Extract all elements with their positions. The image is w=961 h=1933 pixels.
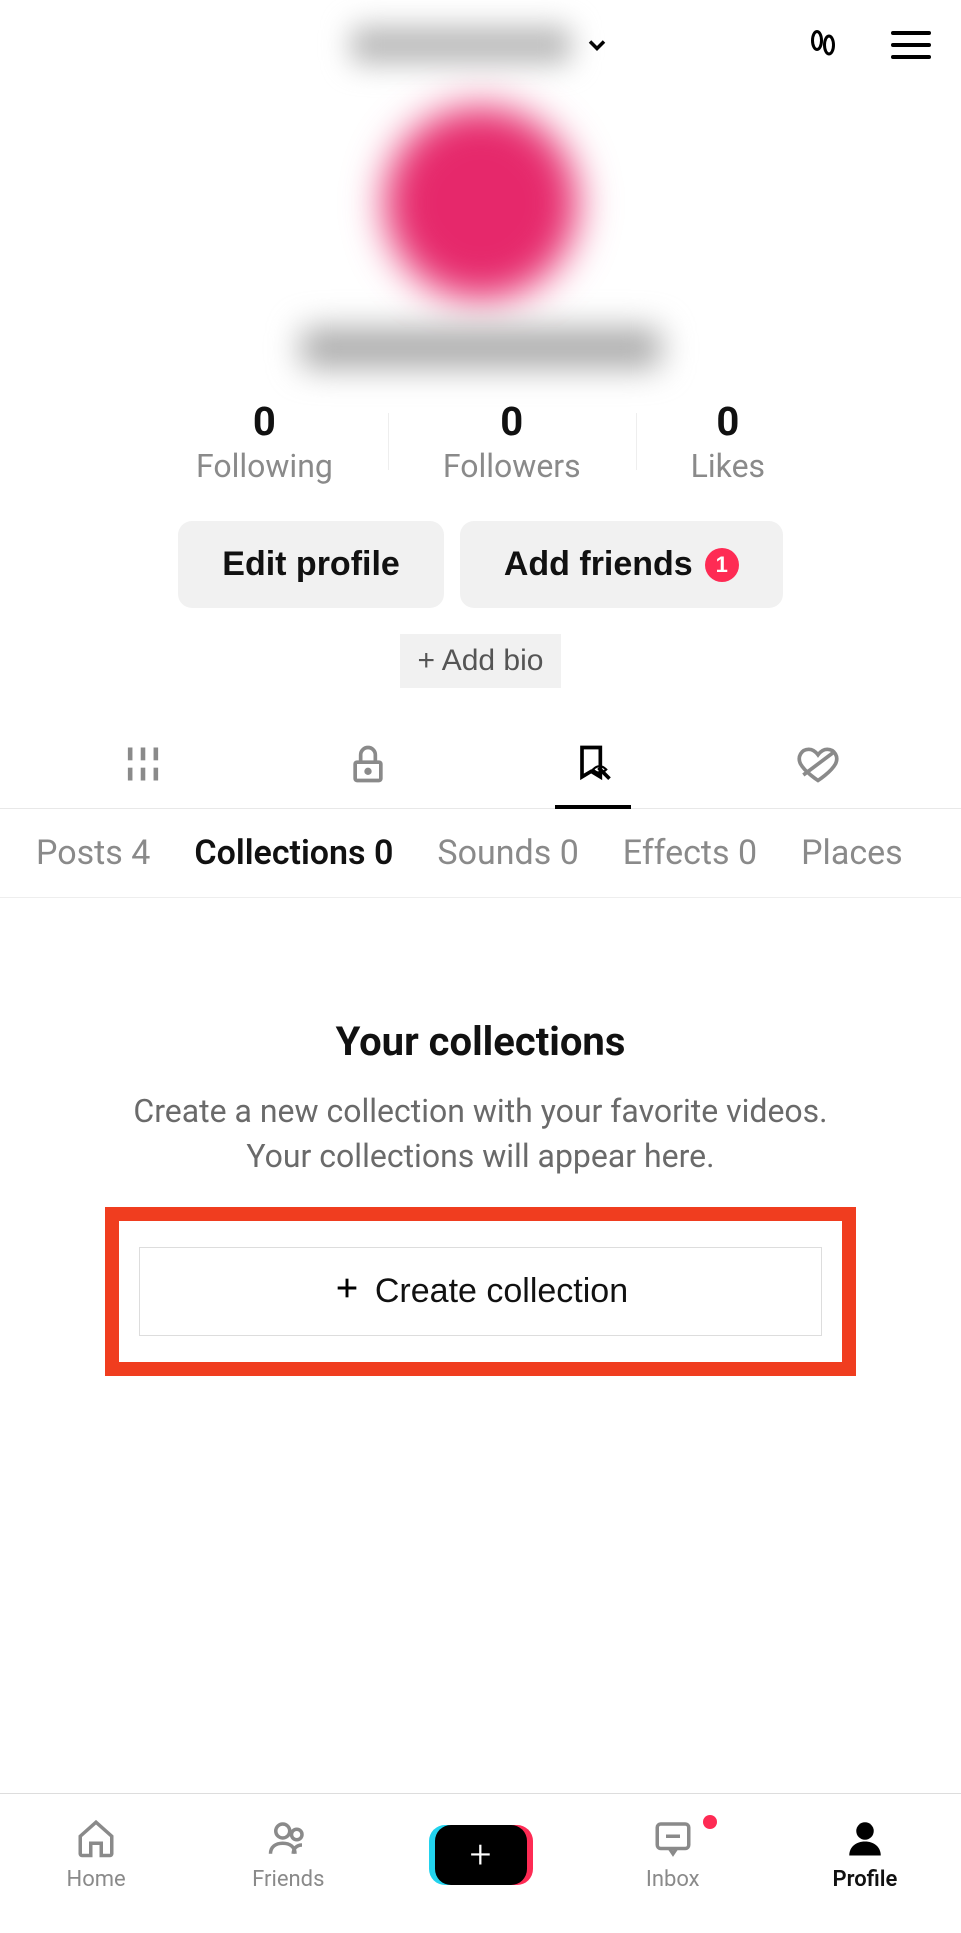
stat-label: Likes — [691, 447, 765, 485]
notification-dot — [703, 1815, 717, 1829]
stat-number: 0 — [253, 398, 276, 445]
nav-label: Home — [67, 1867, 126, 1892]
subtab-effects[interactable]: Effects 0 — [623, 833, 757, 873]
avatar-section — [0, 90, 961, 368]
stat-number: 0 — [500, 398, 523, 445]
tab-posts[interactable] — [30, 730, 255, 808]
friends-icon — [267, 1817, 309, 1863]
badge: 1 — [705, 548, 739, 582]
nav-label: Inbox — [646, 1867, 700, 1892]
plus-icon — [333, 1272, 361, 1311]
profile-actions: Edit profile Add friends 1 — [0, 521, 961, 608]
collection-sub-tabs: Posts 4 Collections 0 Sounds 0 Effects 0… — [0, 809, 961, 898]
nav-home[interactable]: Home — [0, 1817, 192, 1892]
button-label: Add friends — [504, 545, 693, 584]
stat-likes[interactable]: 0 Likes — [636, 398, 820, 485]
nav-friends[interactable]: Friends — [192, 1817, 384, 1892]
create-button: + — [435, 1825, 527, 1885]
button-label: Create collection — [375, 1272, 628, 1311]
nav-profile[interactable]: Profile — [769, 1817, 961, 1892]
content-tabs — [0, 730, 961, 809]
header-actions — [805, 27, 931, 63]
handle-redacted — [301, 328, 661, 368]
add-bio-button[interactable]: + Add bio — [400, 634, 562, 688]
chevron-down-icon — [583, 31, 611, 59]
avatar[interactable] — [376, 98, 586, 308]
subtab-sounds[interactable]: Sounds 0 — [437, 833, 578, 873]
subtab-places[interactable]: Places — [801, 833, 903, 873]
subtab-collections[interactable]: Collections 0 — [194, 833, 393, 873]
stats-row: 0 Following 0 Followers 0 Likes — [0, 398, 961, 485]
edit-profile-button[interactable]: Edit profile — [178, 521, 444, 608]
inbox-icon — [652, 1817, 694, 1863]
stat-followers[interactable]: 0 Followers — [388, 398, 636, 485]
subtab-posts[interactable]: Posts 4 — [36, 833, 150, 873]
footprint-icon[interactable] — [805, 27, 841, 63]
nav-label: Profile — [832, 1867, 897, 1892]
bookmark-hidden-icon — [571, 742, 615, 790]
home-icon — [75, 1817, 117, 1863]
stat-label: Following — [196, 447, 333, 485]
stat-number: 0 — [716, 398, 739, 445]
stat-following[interactable]: 0 Following — [141, 398, 388, 485]
username-redacted — [351, 26, 571, 64]
username-switcher[interactable] — [351, 26, 611, 64]
plus-icon: + — [435, 1825, 527, 1885]
empty-title: Your collections — [60, 1018, 901, 1065]
bottom-navigation: Home Friends + Inbox Profile — [0, 1793, 961, 1933]
nav-label: Friends — [252, 1867, 324, 1892]
menu-icon[interactable] — [891, 31, 931, 59]
tab-saved[interactable] — [481, 730, 706, 808]
add-friends-button[interactable]: Add friends 1 — [460, 521, 783, 608]
stat-label: Followers — [443, 447, 581, 485]
profile-header — [0, 0, 961, 90]
nav-inbox[interactable]: Inbox — [577, 1817, 769, 1892]
profile-icon — [844, 1817, 886, 1863]
collections-empty-state: Your collections Create a new collection… — [0, 898, 961, 1179]
nav-create[interactable]: + — [384, 1825, 576, 1885]
lock-icon — [346, 742, 390, 790]
tab-private[interactable] — [255, 730, 480, 808]
grid-icon — [121, 742, 165, 790]
tab-liked[interactable] — [706, 730, 931, 808]
empty-description: Create a new collection with your favori… — [60, 1089, 901, 1179]
create-collection-button[interactable]: Create collection — [139, 1247, 822, 1336]
button-label: Edit profile — [222, 545, 400, 584]
highlight-annotation: Create collection — [105, 1207, 856, 1376]
heart-hidden-icon — [796, 742, 840, 790]
